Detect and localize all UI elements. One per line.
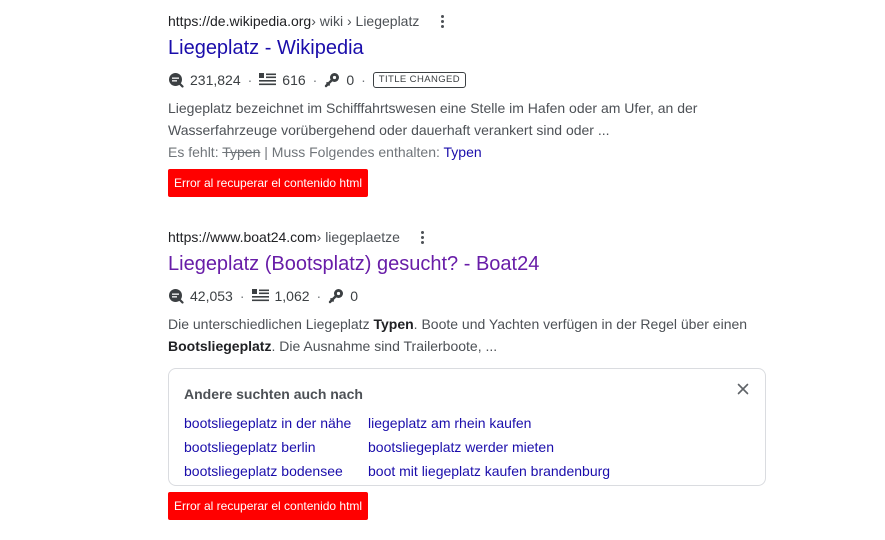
views-stat: 42,053	[168, 288, 233, 304]
views-icon	[169, 289, 184, 304]
related-search-link[interactable]: liegeplatz am rhein kaufen	[368, 412, 610, 434]
related-search-link[interactable]: bootsliegeplatz berlin	[184, 436, 368, 458]
result-stats: 42,053 · 1,062 · 0	[168, 285, 768, 307]
result-url-row[interactable]: https://www.boat24.com › liegeplaetze	[168, 226, 768, 248]
words-icon	[259, 73, 277, 86]
links-icon	[325, 73, 340, 88]
result-url-row[interactable]: https://de.wikipedia.org › wiki › Liegep…	[168, 10, 768, 32]
also-searched-title: Andere suchten auch nach	[184, 386, 363, 402]
result-breadcrumb: › liegeplaetze	[316, 229, 400, 245]
missing-prefix: Es fehlt:	[168, 144, 223, 160]
words-stat: 616	[259, 72, 306, 88]
more-options-icon[interactable]	[435, 12, 449, 30]
links-stat: 0	[328, 288, 358, 304]
views-count: 231,824	[190, 72, 241, 88]
snippet-highlight: Typen	[373, 316, 414, 332]
stat-separator: ·	[361, 72, 366, 88]
words-count: 616	[282, 72, 306, 88]
result-snippet: Liegeplatz bezeichnet im Schifffahrtswes…	[168, 100, 698, 138]
title-changed-badge: TITLE CHANGED	[372, 72, 466, 88]
result-breadcrumb: › wiki › Liegeplatz	[311, 13, 420, 29]
close-icon[interactable]	[735, 381, 751, 397]
views-icon	[169, 73, 184, 88]
error-fetch-html-button[interactable]: Error al recuperar el contenido html	[168, 169, 369, 197]
also-searched-box: Andere suchten auch nach bootsliegeplatz…	[168, 368, 766, 486]
related-search-link[interactable]: bootsliegeplatz werder mieten	[368, 436, 610, 458]
snippet-text: . Boote und Yachten verfügen in der Rege…	[413, 316, 748, 332]
error-fetch-html-button[interactable]: Error al recuperar el contenido html	[168, 492, 369, 520]
links-count: 0	[350, 288, 359, 304]
search-result-wikipedia: https://de.wikipedia.org › wiki › Liegep…	[168, 10, 768, 163]
related-search-link[interactable]: bootsliegeplatz in der nähe	[184, 412, 368, 434]
related-search-link[interactable]: bootsliegeplatz bodensee	[184, 460, 368, 482]
result-url[interactable]: https://www.boat24.com	[168, 229, 317, 245]
snippet-text: Die unterschiedlichen Liegeplatz	[168, 316, 374, 332]
links-count: 0	[346, 72, 355, 88]
links-stat: 0	[324, 72, 354, 88]
related-search-link[interactable]: boot mit liegeplatz kaufen brandenburg	[368, 460, 610, 482]
result-snippet: Die unterschiedlichen Liegeplatz Typen. …	[168, 313, 768, 357]
snippet-text: . Die Ausnahme sind Trailerboote, ...	[271, 338, 498, 354]
words-count: 1,062	[274, 288, 310, 304]
must-include-link[interactable]: Typen	[444, 144, 482, 160]
missing-terms: Es fehlt: Typen | Muss Folgendes enthalt…	[168, 141, 768, 163]
stat-separator: ·	[239, 288, 245, 304]
words-stat: 1,062	[251, 288, 310, 304]
stat-separator: ·	[247, 72, 253, 88]
snippet-highlight: Bootsliegeplatz	[168, 338, 272, 354]
stat-separator: ·	[316, 288, 322, 304]
missing-struck-term: Typen	[222, 144, 261, 160]
result-url[interactable]: https://de.wikipedia.org	[168, 13, 311, 29]
views-count: 42,053	[190, 288, 233, 304]
result-stats: 231,824 · 616 · 0 · TITLE CHANGED	[168, 69, 768, 91]
missing-middle: | Muss Folgendes enthalten:	[260, 144, 444, 160]
stat-separator: ·	[312, 72, 318, 88]
views-stat: 231,824	[168, 72, 241, 88]
also-searched-links: bootsliegeplatz in der nähe liegeplatz a…	[184, 412, 610, 482]
result-title-link[interactable]: Liegeplatz - Wikipedia	[168, 35, 768, 61]
links-icon	[329, 289, 344, 304]
words-icon	[251, 289, 269, 302]
search-result-boat24: https://www.boat24.com › liegeplaetze Li…	[168, 226, 768, 357]
result-title-link[interactable]: Liegeplatz (Bootsplatz) gesucht? - Boat2…	[168, 251, 768, 277]
more-options-icon[interactable]	[416, 228, 430, 246]
